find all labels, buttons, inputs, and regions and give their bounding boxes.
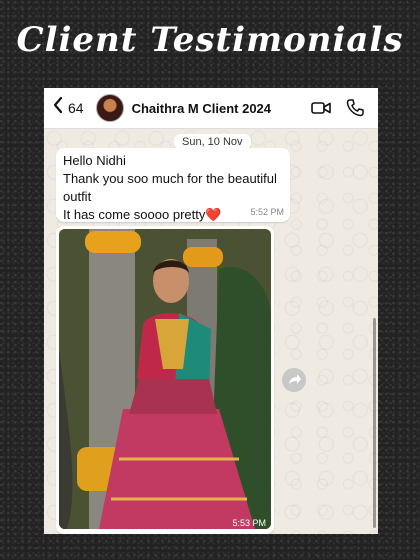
heart-emoji: ❤️ — [205, 207, 222, 222]
forward-icon[interactable] — [282, 368, 306, 392]
message-line: It has come soooo pretty — [63, 207, 206, 222]
page-headline: Client Testimonials — [16, 20, 404, 60]
contact-name[interactable]: Chaithra M Client 2024 — [132, 101, 310, 116]
chat-header: 64 Chaithra M Client 2024 — [44, 88, 378, 129]
chevron-left-icon[interactable] — [52, 96, 66, 120]
message-time: 5:52 PM — [250, 207, 284, 217]
avatar[interactable] — [95, 94, 124, 122]
photo-message-bubble[interactable]: 5:53 PM — [56, 226, 274, 534]
message-time: 5:53 PM — [232, 518, 266, 528]
message-line: outfit — [63, 189, 92, 204]
unread-count[interactable]: 64 — [68, 100, 84, 116]
chat-window: 64 Chaithra M Client 2024 Sun, 10 Nov He… — [44, 88, 378, 534]
message-line: Hello Nidhi — [63, 153, 126, 168]
video-camera-icon[interactable] — [310, 97, 332, 119]
message-bubble[interactable]: Hello Nidhi Thank you soo much for the b… — [56, 148, 290, 222]
phone-icon[interactable] — [344, 97, 366, 119]
message-line: Thank you soo much for the beautiful — [63, 171, 277, 186]
scrollbar[interactable] — [373, 318, 376, 528]
photo-thumbnail[interactable] — [59, 229, 271, 529]
